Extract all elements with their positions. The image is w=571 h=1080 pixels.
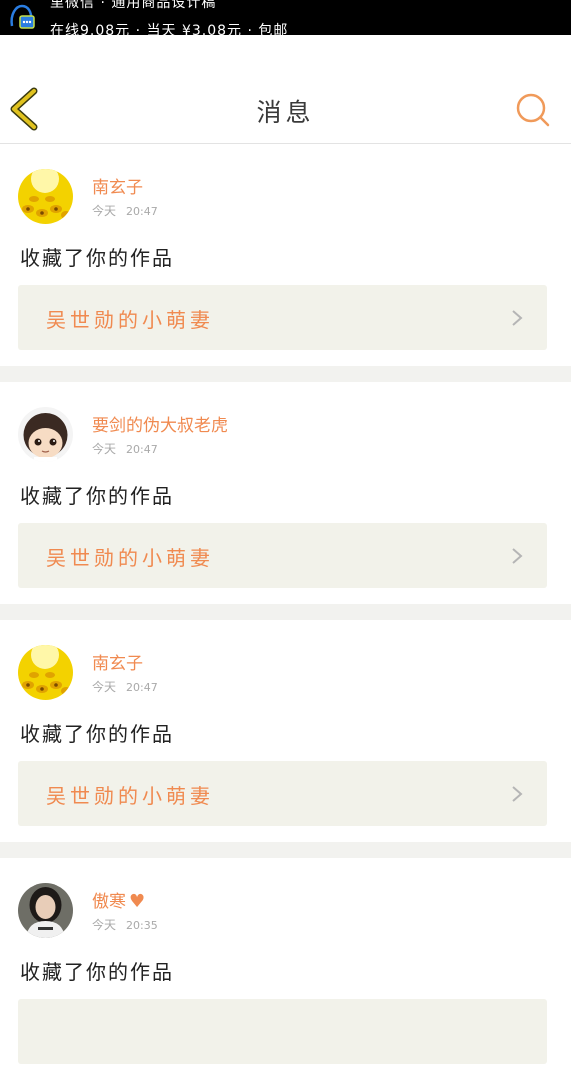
timestamp-time: 20:35 — [126, 919, 158, 932]
timestamp-time: 20:47 — [126, 681, 158, 694]
work-title: 吴世勋的小萌妻 — [46, 308, 214, 332]
chat-notification-icon — [10, 4, 35, 29]
cartoon-boy-avatar-icon — [18, 407, 73, 462]
photo-avatar-icon — [18, 883, 73, 938]
sunflower-avatar-icon — [18, 169, 73, 224]
timestamp-date: 今天 — [92, 204, 117, 218]
timestamp: 今天 20:47 — [92, 678, 158, 695]
work-link[interactable]: 吴世勋的小萌妻 — [18, 285, 547, 350]
search-icon[interactable] — [512, 90, 552, 130]
sunflower-avatar-icon — [18, 645, 73, 700]
message-card: 南玄子 今天 20:47 收藏了你的作品 吴世勋的小萌妻 — [0, 144, 571, 366]
chevron-right-icon — [512, 786, 523, 802]
message-card: 要剑的伪大叔老虎 今天 20:47 收藏了你的作品 吴世勋的小萌妻 — [0, 382, 571, 604]
timestamp: 今天 20:47 — [92, 202, 158, 219]
divider — [0, 842, 571, 858]
username[interactable]: 要剑的伪大叔老虎 — [92, 411, 228, 436]
action-text: 收藏了你的作品 — [20, 722, 174, 746]
action-text: 收藏了你的作品 — [20, 246, 174, 270]
username[interactable]: 南玄子 — [92, 649, 143, 674]
avatar[interactable] — [18, 645, 73, 700]
message-card: 南玄子 今天 20:47 收藏了你的作品 吴世勋的小萌妻 — [0, 620, 571, 842]
action-text: 收藏了你的作品 — [20, 484, 174, 508]
message-card: 傲寒 ♥ 今天 20:35 收藏了你的作品 — [0, 858, 571, 1080]
page-title: 消息 — [256, 98, 315, 127]
status-text-line1: 里微信 · 通用商品设计稿 — [50, 0, 217, 11]
timestamp: 今天 20:47 — [92, 440, 158, 457]
timestamp-date: 今天 — [92, 442, 117, 456]
app-header: 消息 — [0, 35, 571, 144]
chevron-right-icon — [512, 310, 523, 326]
chevron-right-icon — [512, 548, 523, 564]
username[interactable]: 南玄子 — [92, 173, 143, 198]
action-text: 收藏了你的作品 — [20, 960, 174, 984]
avatar[interactable] — [18, 169, 73, 224]
work-title: 吴世勋的小萌妻 — [46, 546, 214, 570]
avatar[interactable] — [18, 407, 73, 462]
status-text-line2: 在线9.08元 · 当天 ¥3.08元 · 包邮 — [50, 23, 289, 35]
status-bar: 里微信 · 通用商品设计稿 在线9.08元 · 当天 ¥3.08元 · 包邮 — [0, 0, 571, 35]
divider — [0, 366, 571, 382]
avatar[interactable] — [18, 883, 73, 938]
timestamp-date: 今天 — [92, 918, 117, 932]
divider — [0, 604, 571, 620]
work-link[interactable]: 吴世勋的小萌妻 — [18, 761, 547, 826]
heart-icon: ♥ — [129, 891, 146, 912]
timestamp-date: 今天 — [92, 680, 117, 694]
timestamp-time: 20:47 — [126, 205, 158, 218]
username[interactable]: 傲寒 ♥ — [92, 887, 145, 912]
timestamp: 今天 20:35 — [92, 916, 158, 933]
work-link[interactable]: 吴世勋的小萌妻 — [18, 523, 547, 588]
work-title: 吴世勋的小萌妻 — [46, 784, 214, 808]
work-link[interactable] — [18, 999, 547, 1064]
timestamp-time: 20:47 — [126, 443, 158, 456]
message-list: 南玄子 今天 20:47 收藏了你的作品 吴世勋的小萌妻 要剑的伪大叔老虎 今天… — [0, 144, 571, 1080]
username-text: 傲寒 — [92, 892, 126, 912]
